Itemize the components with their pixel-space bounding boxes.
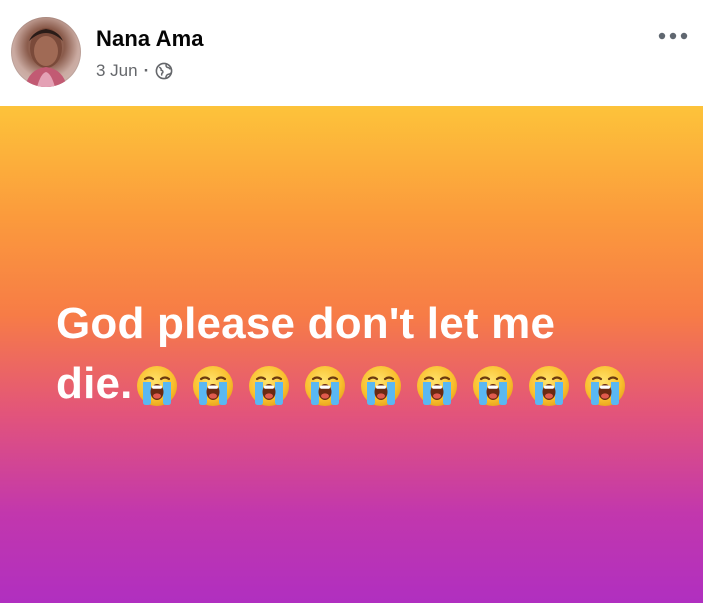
crying-face-emoji-icon (247, 364, 291, 408)
post-header: Nana Ama 3 Jun · (0, 0, 703, 106)
post-meta: 3 Jun · (96, 60, 173, 82)
more-options-icon[interactable] (655, 22, 691, 50)
crying-face-emoji-icon (191, 364, 235, 408)
crying-face-emoji-icon (303, 364, 347, 408)
meta-separator: · (143, 61, 150, 80)
crying-face-emoji-icon (135, 364, 179, 408)
crying-face-emoji-icon (583, 364, 627, 408)
globe-icon[interactable] (155, 62, 173, 80)
status-line-2-text: die. (56, 359, 133, 408)
status-text: God please don't let me die. (56, 294, 666, 414)
status-line-2: die. (56, 354, 666, 414)
avatar[interactable] (11, 17, 81, 87)
status-line-1: God please don't let me (56, 299, 556, 348)
crying-face-emoji-icon (415, 364, 459, 408)
status-background: God please don't let me die. (0, 106, 703, 603)
facebook-post: Nana Ama 3 Jun · God please don't let me… (0, 0, 703, 603)
emoji-row (135, 364, 639, 408)
author-name[interactable]: Nana Ama (96, 26, 204, 52)
crying-face-emoji-icon (359, 364, 403, 408)
crying-face-emoji-icon (527, 364, 571, 408)
crying-face-emoji-icon (471, 364, 515, 408)
post-date[interactable]: 3 Jun (96, 61, 138, 81)
